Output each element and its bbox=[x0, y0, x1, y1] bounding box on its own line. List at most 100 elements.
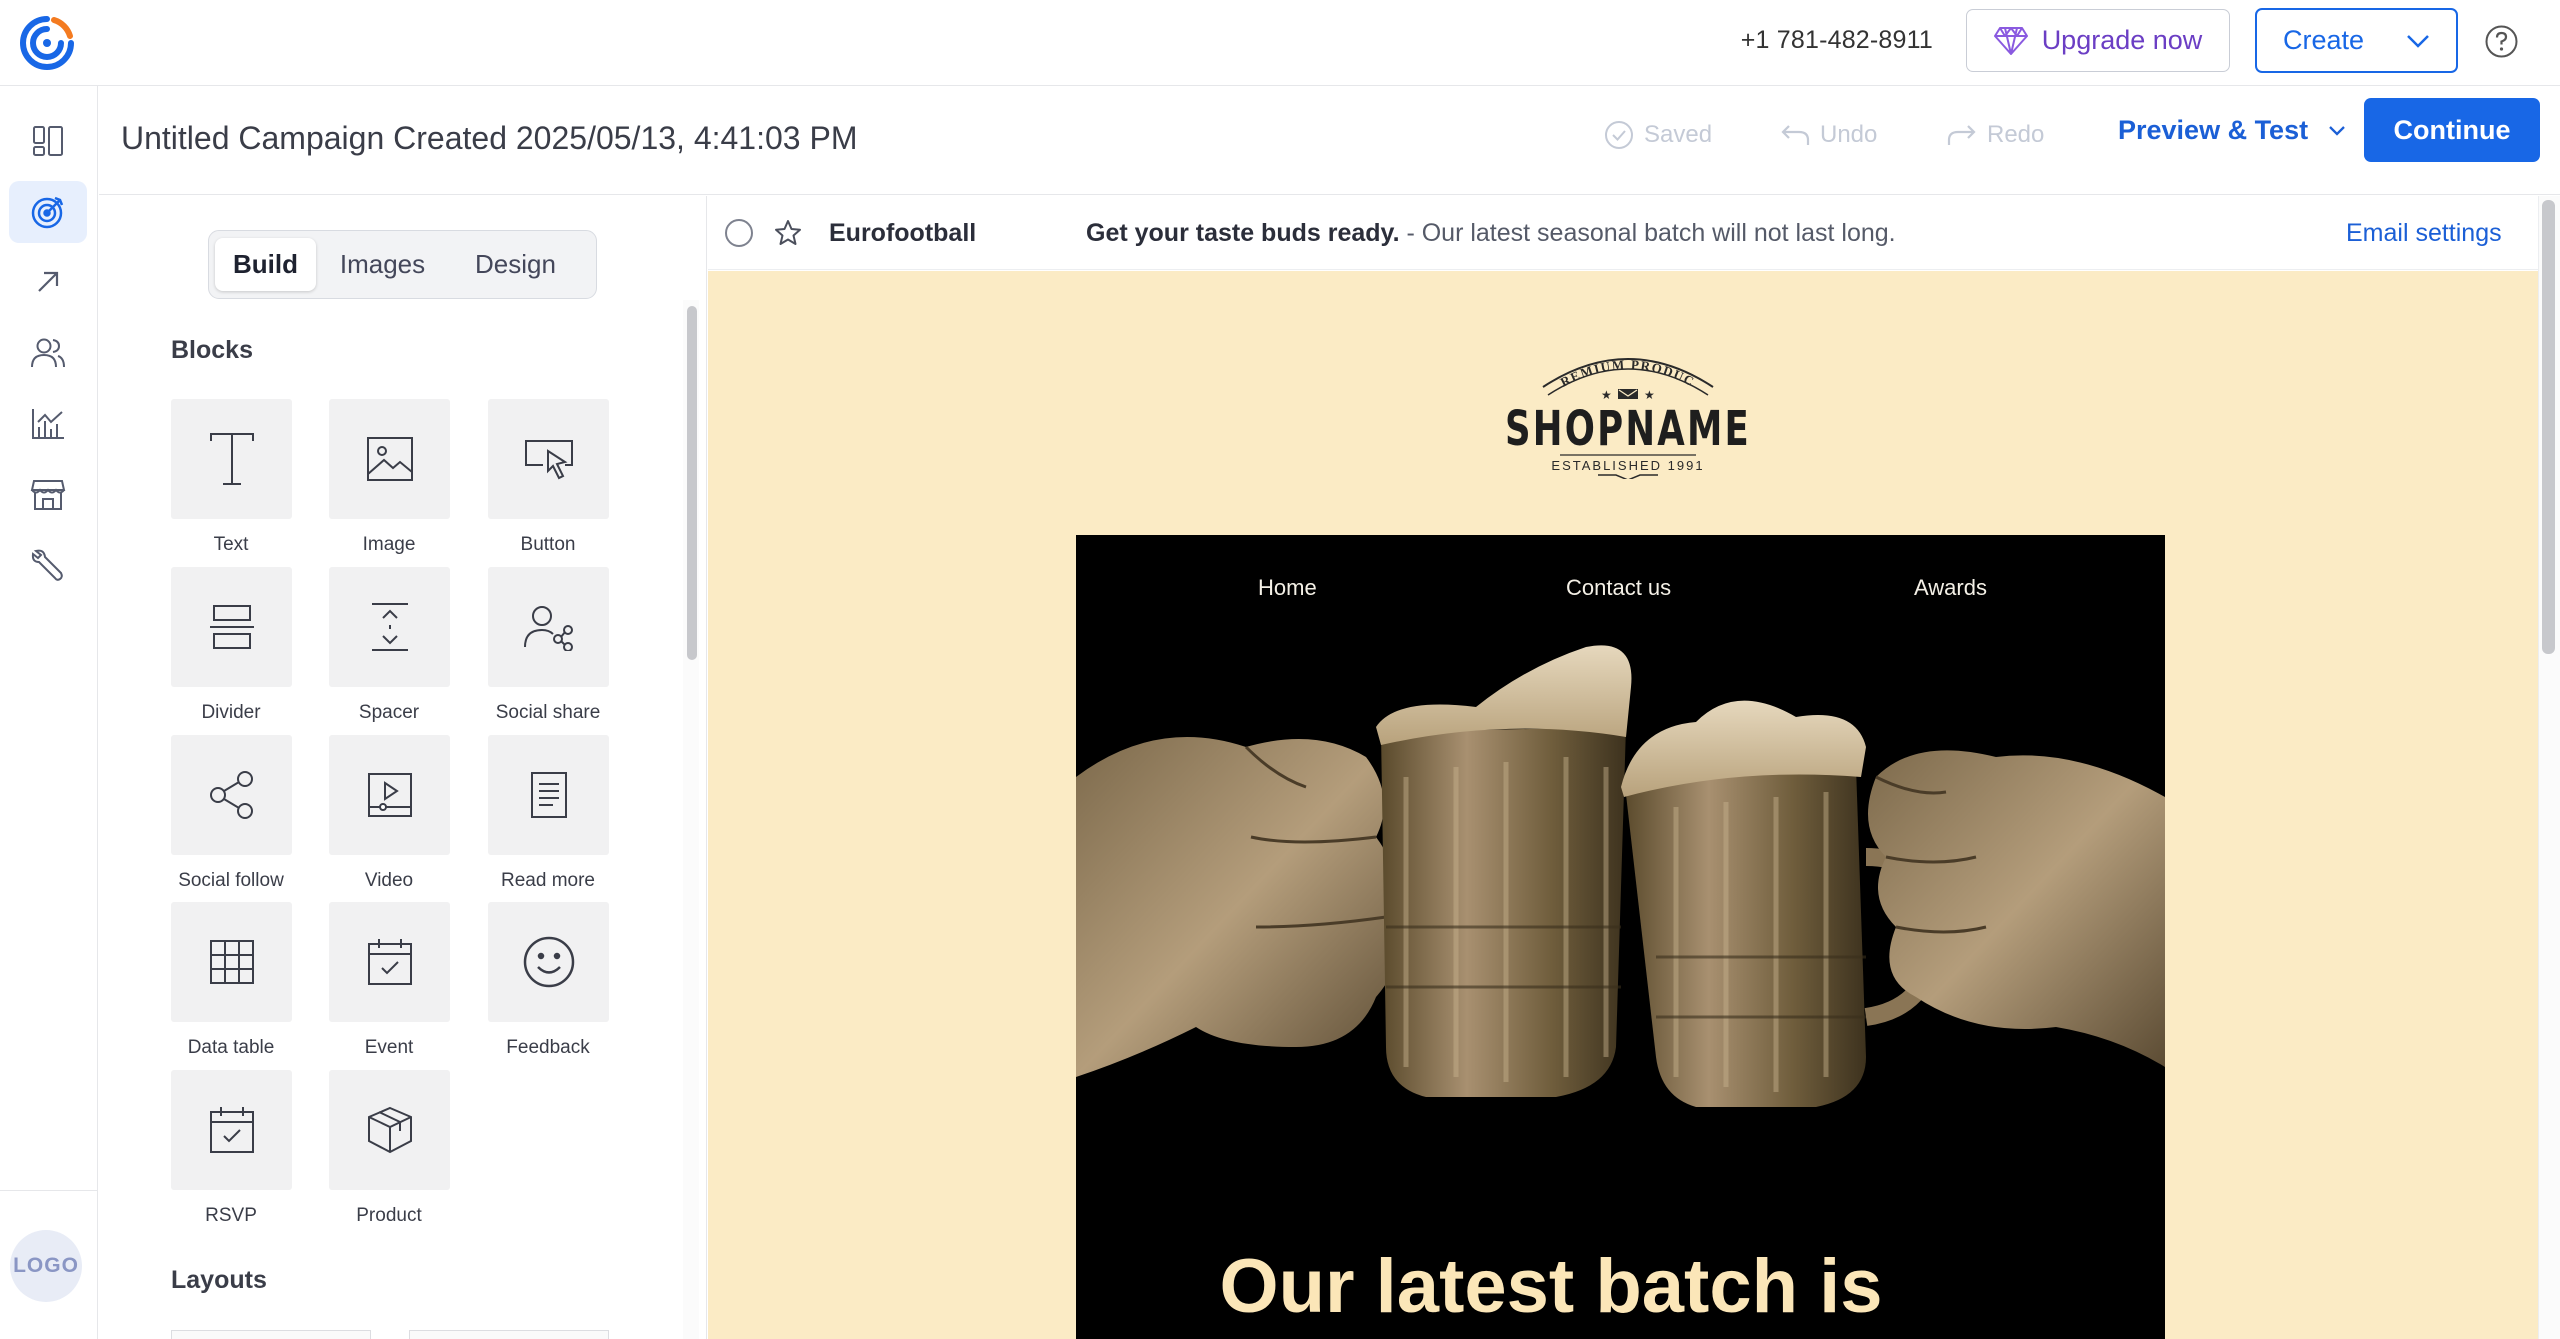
block-video[interactable]: Video bbox=[289, 732, 450, 892]
product-icon bbox=[367, 1106, 412, 1154]
undo-icon bbox=[1781, 125, 1810, 145]
rsvp-icon bbox=[209, 1107, 254, 1153]
tab-design[interactable]: Design bbox=[449, 238, 582, 291]
divider-icon bbox=[209, 605, 254, 649]
chevron-down-icon bbox=[2407, 34, 2429, 48]
redo-button[interactable]: Redo bbox=[1947, 115, 2044, 155]
saved-status: Saved bbox=[1604, 115, 1712, 155]
campaign-title[interactable]: Untitled Campaign Created 2025/05/13, 4:… bbox=[121, 120, 857, 157]
star-icon[interactable] bbox=[773, 218, 803, 248]
tab-images[interactable]: Images bbox=[316, 238, 449, 291]
logo-shop-name: SHOPNAME bbox=[1505, 401, 1751, 457]
data-table-icon bbox=[209, 940, 254, 984]
block-label: Read more bbox=[501, 870, 595, 891]
campaigns-icon[interactable] bbox=[9, 181, 87, 243]
email-headline[interactable]: Our latest batch is bbox=[1076, 1243, 2026, 1330]
store-icon[interactable] bbox=[9, 464, 87, 526]
block-label: Feedback bbox=[506, 1037, 590, 1058]
undo-label: Undo bbox=[1820, 121, 1878, 148]
block-read-more[interactable]: Read more bbox=[448, 732, 609, 892]
undo-button[interactable]: Undo bbox=[1780, 115, 1877, 155]
block-product[interactable]: Product bbox=[289, 1067, 450, 1227]
layout-thumbnail[interactable] bbox=[409, 1330, 609, 1339]
video-icon bbox=[367, 773, 412, 817]
feedback-icon bbox=[523, 936, 574, 988]
growth-icon[interactable] bbox=[9, 251, 87, 313]
redo-label: Redo bbox=[1987, 121, 2045, 148]
email-sender: Eurofootball bbox=[829, 219, 977, 247]
upgrade-now-button[interactable]: Upgrade now bbox=[1966, 9, 2230, 72]
blocks-heading: Blocks bbox=[171, 336, 253, 364]
upgrade-now-label: Upgrade now bbox=[2041, 25, 2203, 55]
build-panel: Build Images Design Blocks Text Image Bu… bbox=[99, 196, 707, 1339]
dashboard-icon[interactable] bbox=[9, 110, 87, 172]
block-spacer[interactable]: Spacer bbox=[289, 564, 450, 724]
create-button[interactable]: Create bbox=[2255, 8, 2458, 73]
block-button[interactable]: Button bbox=[448, 396, 609, 556]
rail-divider bbox=[0, 1190, 98, 1191]
email-hero-section[interactable]: Home Contact us Awards Our latest batch … bbox=[1076, 535, 2165, 1339]
email-subject-preheader: - Our latest seasonal batch will not las… bbox=[1399, 219, 1896, 247]
app-window: +1 781-482-8911 Upgrade now Create LOGO … bbox=[0, 0, 2560, 1339]
question-circle-icon[interactable] bbox=[2484, 24, 2519, 59]
phone-number[interactable]: +1 781-482-8911 bbox=[1741, 26, 1933, 55]
chevron-down-icon bbox=[2329, 126, 2345, 136]
block-label: Button bbox=[520, 534, 576, 555]
social-follow-icon bbox=[209, 771, 253, 819]
tools-icon[interactable] bbox=[9, 534, 87, 596]
block-label: Product bbox=[356, 1205, 422, 1226]
email-subject: Get your taste buds ready. - Our latest … bbox=[1086, 219, 1896, 248]
email-settings-link[interactable]: Email settings bbox=[2346, 219, 2502, 248]
brand-logo-icon[interactable] bbox=[18, 14, 76, 72]
canvas-scrollbar-thumb[interactable] bbox=[2542, 200, 2555, 654]
redo-icon bbox=[1947, 125, 1976, 145]
panel-scrollbar-thumb[interactable] bbox=[687, 306, 697, 660]
svg-text:★: ★ bbox=[1644, 388, 1655, 402]
hero-beer-image bbox=[1076, 645, 2165, 1107]
preview-test-label: Preview & Test bbox=[2118, 115, 2309, 145]
layouts-heading: Layouts bbox=[171, 1266, 267, 1294]
social-share-icon bbox=[523, 606, 573, 651]
block-data-table[interactable]: Data table bbox=[131, 899, 292, 1059]
block-divider[interactable]: Divider bbox=[131, 564, 292, 724]
email-preview-header: Eurofootball Get your taste buds ready. … bbox=[708, 196, 2538, 270]
block-text[interactable]: Text bbox=[131, 396, 292, 556]
top-bar: +1 781-482-8911 Upgrade now Create bbox=[0, 0, 2560, 86]
saved-label: Saved bbox=[1644, 121, 1713, 148]
block-social-follow[interactable]: Social follow bbox=[131, 732, 292, 892]
spacer-icon bbox=[371, 603, 408, 651]
block-label: Social share bbox=[495, 702, 601, 723]
text-icon bbox=[209, 433, 254, 485]
layout-thumbnail[interactable] bbox=[171, 1330, 371, 1339]
email-nav-contact[interactable]: Contact us bbox=[1566, 575, 1671, 601]
svg-text:★: ★ bbox=[1601, 388, 1612, 402]
continue-button[interactable]: Continue bbox=[2364, 98, 2540, 162]
event-icon bbox=[367, 939, 412, 985]
account-logo[interactable]: LOGO bbox=[10, 1230, 82, 1302]
email-subject-bold: Get your taste buds ready. bbox=[1086, 219, 1400, 247]
button-icon bbox=[524, 440, 573, 480]
select-radio[interactable] bbox=[725, 219, 753, 247]
reporting-icon[interactable] bbox=[9, 393, 87, 455]
block-feedback[interactable]: Feedback bbox=[448, 899, 609, 1059]
email-nav-awards[interactable]: Awards bbox=[1914, 575, 1987, 601]
shop-logo[interactable]: PREMIUM PRODUCT ★ ★ SHOPNAME ESTABLISHED… bbox=[1488, 339, 1768, 479]
read-more-icon bbox=[530, 772, 567, 818]
email-canvas: Eurofootball Get your taste buds ready. … bbox=[708, 196, 2560, 1339]
tab-build[interactable]: Build bbox=[215, 238, 316, 291]
preview-test-button[interactable]: Preview & Test bbox=[2118, 115, 2346, 146]
block-rsvp[interactable]: RSVP bbox=[131, 1067, 292, 1227]
left-nav-rail: LOGO bbox=[0, 86, 98, 1339]
diamond-icon bbox=[1993, 26, 2028, 55]
email-body: PREMIUM PRODUCT ★ ★ SHOPNAME ESTABLISHED… bbox=[708, 271, 2538, 1339]
create-label: Create bbox=[2282, 25, 2365, 55]
block-social-share[interactable]: Social share bbox=[448, 564, 609, 724]
block-event[interactable]: Event bbox=[289, 899, 450, 1059]
image-icon bbox=[366, 437, 413, 481]
block-image[interactable]: Image bbox=[289, 396, 450, 556]
contacts-icon[interactable] bbox=[9, 322, 87, 384]
email-nav-home[interactable]: Home bbox=[1258, 575, 1317, 601]
campaign-title-bar: Untitled Campaign Created 2025/05/13, 4:… bbox=[99, 87, 2560, 195]
panel-tabs: Build Images Design bbox=[208, 230, 597, 299]
logo-established: ESTABLISHED 1991 bbox=[1551, 458, 1704, 473]
